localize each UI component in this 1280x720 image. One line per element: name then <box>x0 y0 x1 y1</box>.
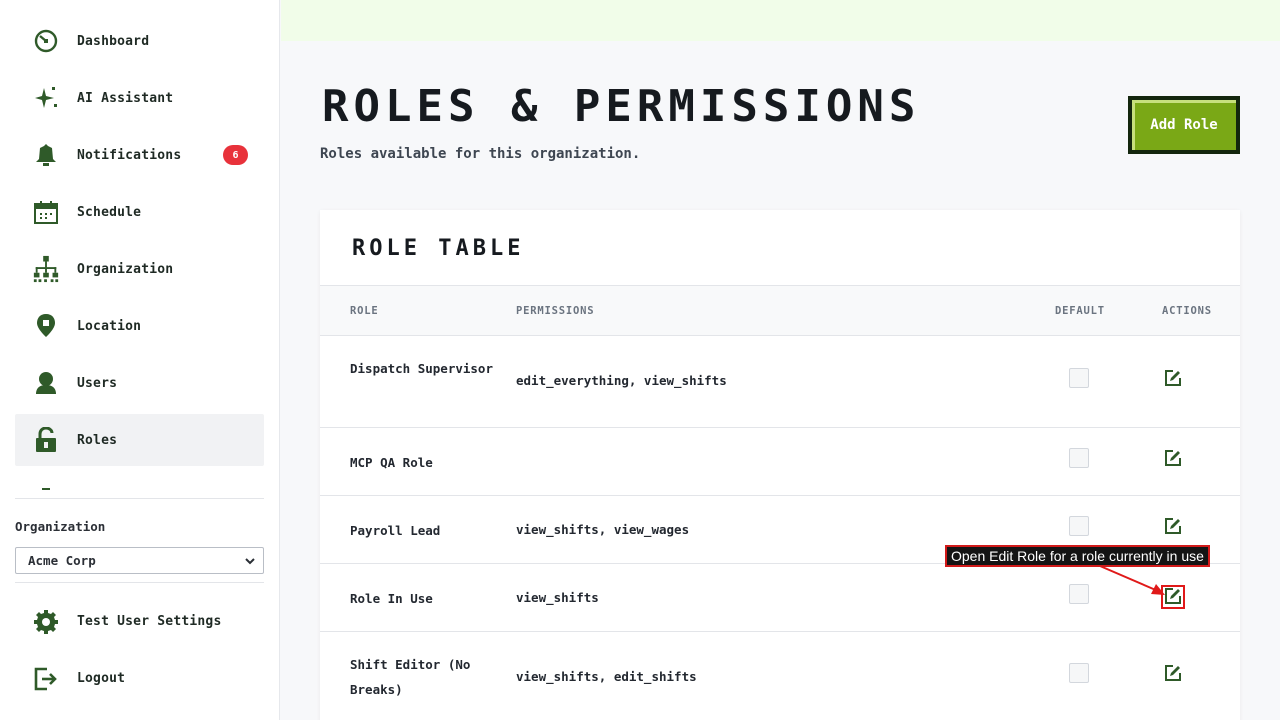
sidebar-nav: Dashboard AI Assistant Notifications 6 S… <box>15 0 264 490</box>
location-pin-icon <box>32 312 60 340</box>
table-row: Dispatch Supervisor edit_everything, vie… <box>320 336 1240 428</box>
organization-select[interactable]: Acme Corp <box>15 547 264 574</box>
sidebar-item-label: Organization <box>77 261 174 277</box>
default-checkbox[interactable] <box>1069 584 1089 604</box>
sidebar-item-users[interactable]: Users <box>15 357 264 409</box>
role-table-card: Role Table ROLE PERMISSIONS DEFAULT ACTI… <box>320 210 1240 720</box>
edit-icon <box>1165 450 1181 466</box>
logout-label: Logout <box>77 671 126 686</box>
briefcase-icon <box>32 483 60 490</box>
sidebar-item-dashboard[interactable]: Dashboard <box>15 15 264 67</box>
column-header-permissions: PERMISSIONS <box>516 305 595 317</box>
sidebar-item-label: Location <box>77 318 142 334</box>
sidebar-item-label: Users <box>77 375 118 391</box>
column-header-default: DEFAULT <box>1055 305 1105 317</box>
sidebar-item-roles[interactable]: Roles <box>15 414 264 466</box>
organization-select-value: Acme Corp <box>28 553 96 568</box>
sidebar-divider <box>15 582 264 583</box>
sidebar-item-notifications[interactable]: Notifications 6 <box>15 129 264 181</box>
annotation-label: Open Edit Role for a role currently in u… <box>945 545 1210 567</box>
sidebar-item-ai-assistant[interactable]: AI Assistant <box>15 72 264 124</box>
role-name-cell: Role In Use <box>350 591 433 606</box>
table-row: Shift Editor (No Breaks) view_shifts, ed… <box>320 632 1240 720</box>
permissions-cell: view_shifts <box>516 590 599 605</box>
sidebar-item-label: Schedule <box>77 204 142 220</box>
bell-icon <box>32 141 60 169</box>
permissions-cell: edit_everything, view_shifts <box>516 373 727 388</box>
table-row: Role In Use view_shifts <box>320 564 1240 632</box>
table-row: MCP QA Role <box>320 428 1240 496</box>
test-user-settings-label: Test User Settings <box>77 614 222 629</box>
edit-icon <box>1165 518 1181 534</box>
role-name-cell: MCP QA Role <box>350 455 433 470</box>
top-banner-strip <box>281 0 1280 41</box>
sidebar: Dashboard AI Assistant Notifications 6 S… <box>0 0 280 720</box>
edit-role-button[interactable] <box>1163 448 1183 468</box>
role-table-title: Role Table <box>352 236 525 261</box>
default-checkbox[interactable] <box>1069 663 1089 683</box>
sidebar-item-more[interactable] <box>15 471 264 490</box>
permissions-cell: view_shifts, view_wages <box>516 522 690 537</box>
sidebar-item-label: Dashboard <box>77 33 150 49</box>
role-name-cell: Dispatch Supervisor <box>350 361 493 376</box>
org-chart-icon <box>32 255 60 283</box>
edit-icon <box>1165 665 1181 681</box>
calendar-icon <box>32 198 60 226</box>
organization-label: Organization <box>15 519 106 534</box>
column-header-role: ROLE <box>350 305 379 317</box>
default-checkbox[interactable] <box>1069 516 1089 536</box>
user-icon <box>32 369 60 397</box>
chevron-down-icon <box>244 555 256 570</box>
edit-role-button[interactable] <box>1163 663 1183 683</box>
sidebar-item-location[interactable]: Location <box>15 300 264 352</box>
logout-link[interactable]: Logout <box>15 653 264 705</box>
sidebar-item-organization[interactable]: Organization <box>15 243 264 295</box>
sidebar-item-schedule[interactable]: Schedule <box>15 186 264 238</box>
test-user-settings-link[interactable]: Test User Settings <box>15 596 264 648</box>
sidebar-item-label: Notifications <box>77 147 182 163</box>
page-title: Roles & Permissions <box>322 81 921 132</box>
role-name-cell: Payroll Lead <box>350 523 441 538</box>
table-header: ROLE PERMISSIONS DEFAULT ACTIONS <box>320 285 1240 336</box>
page-subtitle: Roles available for this organization. <box>320 146 641 162</box>
dashboard-icon <box>32 27 60 55</box>
sidebar-item-label: Roles <box>77 432 118 448</box>
edit-role-button[interactable] <box>1163 516 1183 536</box>
edit-role-button[interactable] <box>1163 368 1183 388</box>
add-role-button[interactable]: Add Role <box>1128 96 1240 154</box>
notification-count-badge: 6 <box>223 145 248 165</box>
role-name-cell: Shift Editor (No Breaks) <box>350 657 471 697</box>
sidebar-divider <box>15 498 264 499</box>
annotation-highlight-box <box>1161 585 1185 609</box>
default-checkbox[interactable] <box>1069 368 1089 388</box>
unlock-icon <box>32 426 60 454</box>
gear-icon <box>32 608 60 636</box>
sidebar-item-label: AI Assistant <box>77 90 174 106</box>
permissions-cell: view_shifts, edit_shifts <box>516 669 697 684</box>
column-header-actions: ACTIONS <box>1162 305 1212 317</box>
logout-icon <box>32 665 60 693</box>
default-checkbox[interactable] <box>1069 448 1089 468</box>
edit-icon <box>1165 370 1181 386</box>
sparkle-icon <box>32 84 60 112</box>
